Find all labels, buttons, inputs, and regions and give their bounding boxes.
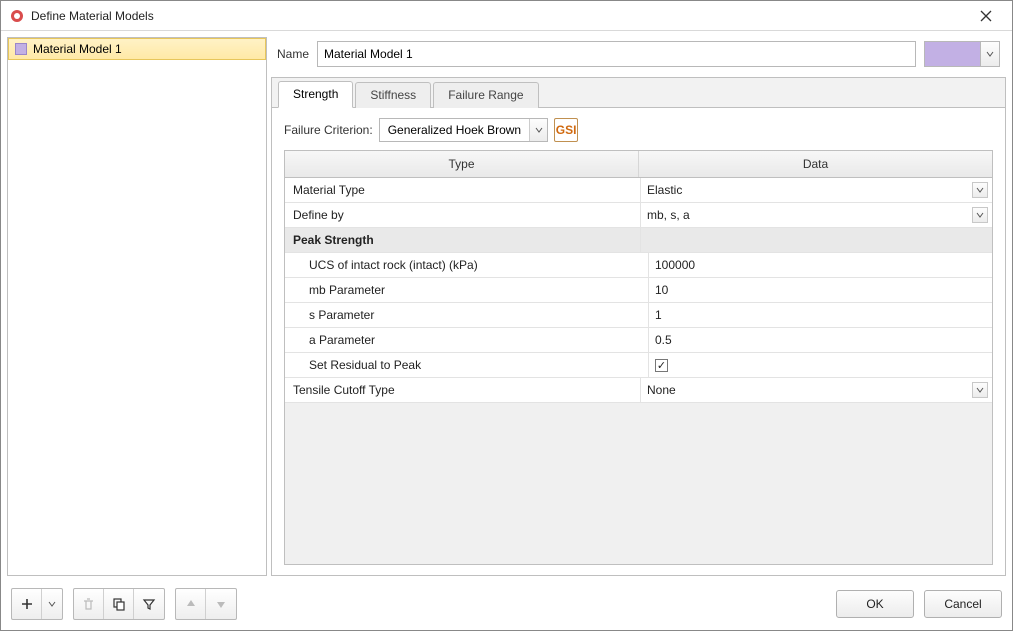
material-color-swatch-icon [15,43,27,55]
grid-body: Material Type Elastic Define by mb, s, a Pea… [285,178,992,403]
footer-bar: OK Cancel [1,582,1012,630]
grid-row-value-cell[interactable]: 100000 [649,253,992,277]
grid-header: Type Data [285,151,992,178]
tab-label: Stiffness [370,88,416,102]
grid-row-value: 1 [655,308,662,322]
grid-row: UCS of intact rock (intact) (kPa) 100000 [285,253,992,278]
grid-row-label: Set Residual to Peak [285,353,649,377]
grid-row: s Parameter 1 [285,303,992,328]
grid-header-type: Type [285,151,639,177]
grid-row: a Parameter 0.5 [285,328,992,353]
grid-row-value-cell[interactable]: 0.5 [649,328,992,352]
move-down-button[interactable] [206,589,236,619]
right-pane: Name Strength Stiffness Failure Range [271,37,1006,576]
chevron-down-icon[interactable] [972,382,988,398]
gsi-button[interactable]: GSI [554,118,578,142]
tab-label: Failure Range [448,88,523,102]
failure-criterion-value: Generalized Hoek Brown [380,119,529,141]
grid-row-value-cell[interactable]: mb, s, a [641,203,992,227]
grid-row-value: 10 [655,283,668,297]
filter-button[interactable] [134,589,164,619]
cancel-button[interactable]: Cancel [924,590,1002,618]
add-button[interactable] [12,589,42,619]
failure-criterion-label: Failure Criterion: [284,123,373,137]
grid-row: Set Residual to Peak ✓ [285,353,992,378]
material-list-item[interactable]: Material Model 1 [8,38,266,60]
failure-criterion-row: Failure Criterion: Generalized Hoek Brow… [284,118,993,142]
material-list[interactable]: Material Model 1 [7,37,267,576]
material-list-item-label: Material Model 1 [33,42,122,56]
title-bar: Define Material Models [1,1,1012,31]
tab-strip: Strength Stiffness Failure Range [272,78,1005,108]
tab-strength[interactable]: Strength [278,81,353,108]
tab-container: Strength Stiffness Failure Range Failure… [271,77,1006,576]
grid-row: mb Parameter 10 [285,278,992,303]
grid-row: Material Type Elastic [285,178,992,203]
properties-grid: Type Data Material Type Elastic Define by m… [284,150,993,565]
tab-stiffness[interactable]: Stiffness [355,82,431,108]
grid-row-value-cell [641,228,992,252]
grid-header-data: Data [639,151,992,177]
chevron-down-icon[interactable] [972,182,988,198]
gsi-label: GSI [556,123,577,137]
move-button-group [175,588,237,620]
dialog-window: Define Material Models Material Model 1 … [0,0,1013,631]
add-dropdown-button[interactable] [42,589,62,619]
move-up-button[interactable] [176,589,206,619]
grid-row-value-cell[interactable]: 1 [649,303,992,327]
name-input[interactable] [317,41,916,67]
add-button-group [11,588,63,620]
cancel-label: Cancel [944,597,981,611]
window-title: Define Material Models [31,9,964,23]
color-picker[interactable] [924,41,1000,67]
grid-row-value: 100000 [655,258,695,272]
grid-row-value-cell[interactable]: ✓ [649,353,992,377]
grid-row-value-cell[interactable]: Elastic [641,178,992,202]
grid-row: Tensile Cutoff Type None [285,378,992,403]
name-label: Name [277,47,309,61]
grid-row-label: mb Parameter [285,278,649,302]
grid-row-value: Elastic [647,183,682,197]
grid-row-value-cell[interactable]: None [641,378,992,402]
color-dropdown-button[interactable] [981,42,999,66]
app-icon [9,8,25,24]
grid-row-value-cell[interactable]: 10 [649,278,992,302]
tab-label: Strength [293,87,338,101]
grid-row-value: None [647,383,676,397]
checkbox[interactable]: ✓ [655,359,668,372]
grid-row-label: a Parameter [285,328,649,352]
edit-button-group [73,588,165,620]
ok-button[interactable]: OK [836,590,914,618]
grid-row-value: mb, s, a [647,208,690,222]
grid-row-value: 0.5 [655,333,672,347]
tab-failure-range[interactable]: Failure Range [433,82,538,108]
grid-row-label: Tensile Cutoff Type [285,378,641,402]
grid-row-label: Define by [285,203,641,227]
chevron-down-icon[interactable] [529,119,547,141]
name-bar: Name [271,37,1006,71]
ok-label: OK [866,597,883,611]
delete-button[interactable] [74,589,104,619]
tab-content-strength: Failure Criterion: Generalized Hoek Brow… [272,108,1005,575]
grid-row-label: UCS of intact rock (intact) (kPa) [285,253,649,277]
failure-criterion-combo[interactable]: Generalized Hoek Brown [379,118,548,142]
color-swatch [925,42,981,66]
chevron-down-icon[interactable] [972,207,988,223]
grid-row-label: Peak Strength [285,228,641,252]
close-button[interactable] [964,2,1008,30]
dialog-body: Material Model 1 Name Strength Stiffness [1,31,1012,582]
grid-section-row: Peak Strength [285,228,992,253]
copy-button[interactable] [104,589,134,619]
grid-row: Define by mb, s, a [285,203,992,228]
grid-row-label: Material Type [285,178,641,202]
grid-row-label: s Parameter [285,303,649,327]
